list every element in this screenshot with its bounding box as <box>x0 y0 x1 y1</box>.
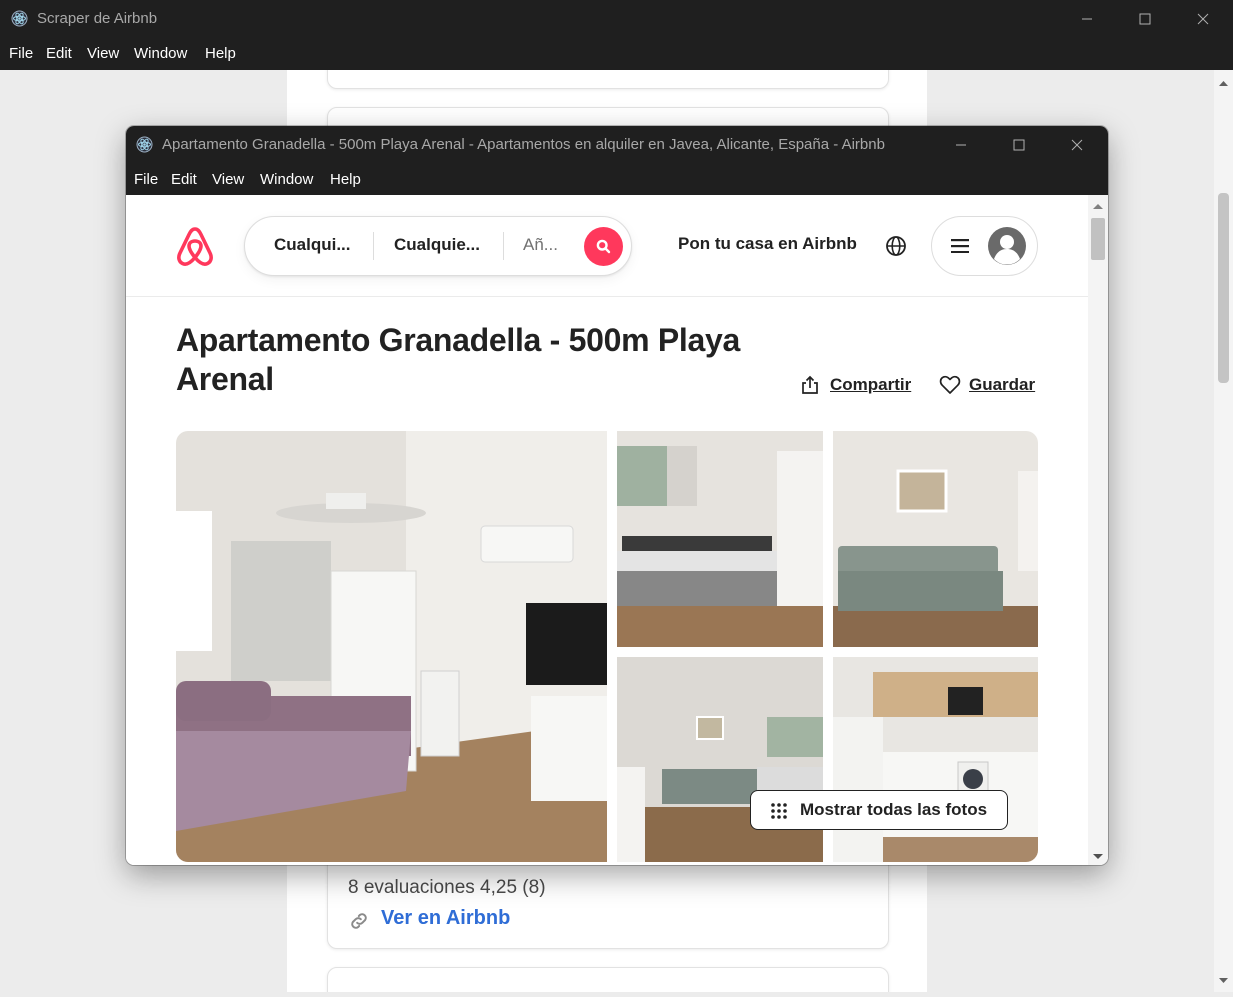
outer-scrollbar-graphic <box>1218 81 1229 983</box>
heart-icon <box>939 375 961 394</box>
menu-icon <box>951 239 969 253</box>
close-button[interactable] <box>1174 0 1232 38</box>
listing-card-previous <box>327 70 889 89</box>
share-label: Compartir <box>830 375 912 394</box>
link-icon <box>351 913 367 929</box>
inner-scrollbar-graphic <box>1091 204 1105 859</box>
reviews-summary: 8 evaluaciones 4,25 (8) <box>348 877 546 898</box>
minimize-button[interactable] <box>932 126 990 164</box>
user-menu-button[interactable] <box>931 216 1038 276</box>
maximize-icon <box>1139 13 1151 25</box>
outer-window-title: Scraper de Airbnb <box>37 10 158 27</box>
search-dates[interactable]: Cualquie... <box>394 235 480 255</box>
card-footer: 8 evaluaciones 4,25 (8) Ver en Airbnb <box>328 865 888 948</box>
inner-titlebar: Apartamento Granadella - 500m Playa Aren… <box>126 126 1108 164</box>
photo-gallery: Mostrar todas las fotos <box>176 431 1038 862</box>
minimize-icon <box>1082 18 1092 20</box>
photo-room-overview[interactable] <box>617 657 823 862</box>
globe-icon <box>886 236 906 256</box>
listing-window: Apartamento Granadella - 500m Playa Aren… <box>126 126 1108 865</box>
search-icon <box>596 239 611 254</box>
electron-app-icon <box>11 10 28 31</box>
photo-sofa[interactable] <box>833 431 1038 647</box>
electron-app-icon <box>136 136 153 157</box>
airbnb-logo-icon <box>177 227 213 266</box>
search-guests[interactable]: Añ... <box>523 235 558 255</box>
maximize-button[interactable] <box>1116 0 1174 38</box>
minimize-icon <box>956 144 966 146</box>
inner-window-title: Apartamento Granadella - 500m Playa Aren… <box>162 136 885 153</box>
close-button[interactable] <box>1048 126 1106 164</box>
search-bar[interactable]: Cualqui... Cualquie... Añ... <box>244 216 632 276</box>
menu-edit[interactable]: Edit <box>46 45 72 62</box>
photo-bedroom-wardrobe[interactable] <box>617 431 823 647</box>
close-icon <box>1071 139 1083 151</box>
photo-main-bedroom[interactable] <box>176 431 607 862</box>
menu-window[interactable]: Window <box>134 45 187 62</box>
menu-help[interactable]: Help <box>205 45 236 62</box>
airbnb-logo[interactable] <box>175 226 215 273</box>
share-icon <box>802 375 818 394</box>
outer-scrollbar[interactable] <box>1214 70 1233 992</box>
menu-edit[interactable]: Edit <box>171 171 197 188</box>
photo-kitchen[interactable] <box>833 657 1038 862</box>
menu-view[interactable]: View <box>212 171 244 188</box>
menu-file[interactable]: File <box>134 171 158 188</box>
airbnb-page: Cualqui... Cualquie... Añ... Pon tu casa… <box>126 195 1088 865</box>
language-button[interactable] <box>885 235 907 262</box>
maximize-button[interactable] <box>990 126 1048 164</box>
minimize-button[interactable] <box>1058 0 1116 38</box>
host-link[interactable]: Pon tu casa en Airbnb <box>678 234 857 254</box>
avatar-icon <box>988 227 1026 265</box>
listing-title: Apartamento Granadella - 500m Playa Aren… <box>176 322 740 397</box>
view-on-airbnb-label: Ver en Airbnb <box>381 907 511 929</box>
menu-help[interactable]: Help <box>330 171 361 188</box>
save-label: Guardar <box>969 375 1036 394</box>
search-divider <box>373 232 374 260</box>
outer-titlebar: Scraper de Airbnb <box>0 0 1233 38</box>
show-all-photos-button[interactable]: Mostrar todas las fotos <box>750 790 1008 830</box>
close-icon <box>1197 13 1209 25</box>
outer-menubar: File Edit View Window Help <box>0 38 1233 70</box>
menu-window[interactable]: Window <box>260 171 313 188</box>
search-location[interactable]: Cualqui... <box>274 235 351 255</box>
menu-view[interactable]: View <box>87 45 119 62</box>
menu-file[interactable]: File <box>9 45 33 62</box>
search-divider <box>503 232 504 260</box>
airbnb-header: Cualqui... Cualquie... Añ... Pon tu casa… <box>126 195 1088 297</box>
listing-card-next <box>327 967 889 992</box>
inner-scrollbar[interactable] <box>1088 195 1108 865</box>
grid-dots-icon <box>771 803 787 819</box>
search-button[interactable] <box>584 227 623 266</box>
maximize-icon <box>1013 139 1025 151</box>
show-all-photos-label: Mostrar todas las fotos <box>800 800 988 819</box>
inner-menubar: File Edit View Window Help <box>126 164 1108 195</box>
